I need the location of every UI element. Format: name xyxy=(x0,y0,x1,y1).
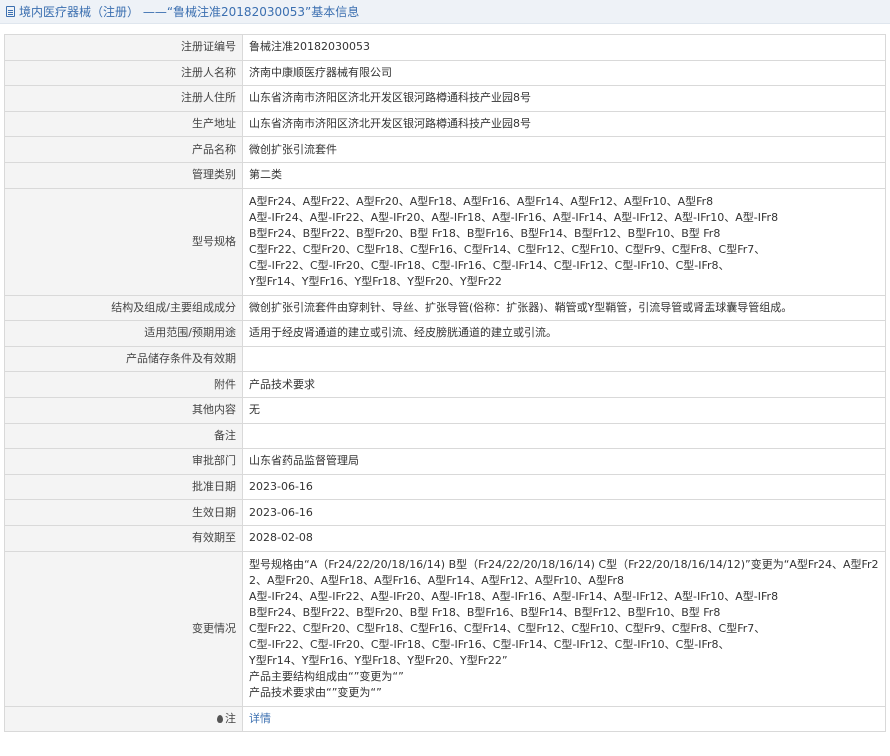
row-structure: 结构及组成/主要组成成分 微创扩张引流套件由穿刺针、导丝、扩张导管(俗称：扩张器… xyxy=(4,294,886,322)
label-storage: 产品储存条件及有效期 xyxy=(4,345,243,373)
changes-line: C型-ⅠFr22、C型-ⅠFr20、C型-ⅠFr18、C型-ⅠFr16、C型-Ⅰ… xyxy=(249,637,730,651)
row-storage: 产品储存条件及有效期 xyxy=(4,345,886,373)
label-scope: 适用范围/预期用途 xyxy=(4,320,243,347)
info-table: 注册证编号 鲁械注准20182030053 注册人名称 济南中康顺医疗器械有限公… xyxy=(4,34,886,733)
value-product-name: 微创扩张引流套件 xyxy=(242,136,886,163)
value-production: 山东省济南市济阳区济北开发区银河路樽通科技产业园8号 xyxy=(242,110,886,138)
models-line: A型-ⅠFr24、A型-ⅠFr22、A型-ⅠFr20、A型-ⅠFr18、A型-Ⅰ… xyxy=(249,210,779,224)
models-line: C型-ⅠFr22、C型-ⅠFr20、C型-ⅠFr18、C型-ⅠFr16、C型-Ⅰ… xyxy=(249,258,730,272)
note-label-text: 注 xyxy=(225,711,236,725)
row-registrant: 注册人名称 济南中康顺医疗器械有限公司 xyxy=(4,59,886,87)
value-storage xyxy=(242,345,886,373)
pin-icon xyxy=(217,714,223,723)
models-line: B型Fr24、B型Fr22、B型Fr20、B型 Fr18、B型Fr16、B型Fr… xyxy=(249,226,721,240)
row-other: 其他内容 无 xyxy=(4,396,886,424)
value-address: 山东省济南市济阳区济北开发区银河路樽通科技产业园8号 xyxy=(242,85,886,112)
row-changes: 变更情况 型号规格由“A（Fr24/22/20/18/16/14) B型（Fr2… xyxy=(4,550,886,707)
changes-line: 型号规格由“A（Fr24/22/20/18/16/14) B型（Fr24/22/… xyxy=(249,557,879,571)
value-approval-date: 2023-06-16 xyxy=(242,473,886,501)
label-other: 其他内容 xyxy=(4,396,243,424)
value-scope: 适用于经皮肾通道的建立或引流、经皮膀胱通道的建立或引流。 xyxy=(242,320,886,347)
value-expiry-date: 2028-02-08 xyxy=(242,524,886,552)
row-production: 生产地址 山东省济南市济阳区济北开发区银河路樽通科技产业园8号 xyxy=(4,110,886,138)
value-category: 第二类 xyxy=(242,161,886,189)
page-header: 境内医疗器械（注册） ——“鲁械注准20182030053”基本信息 xyxy=(0,0,890,24)
row-product-name: 产品名称 微创扩张引流套件 xyxy=(4,136,886,163)
row-effective-date: 生效日期 2023-06-16 xyxy=(4,499,886,526)
value-note: 详情 xyxy=(242,705,886,733)
label-registrant: 注册人名称 xyxy=(4,59,243,87)
label-product-name: 产品名称 xyxy=(4,136,243,163)
value-department: 山东省药品监督管理局 xyxy=(242,448,886,475)
changes-line: 2、A型Fr20、A型Fr18、A型Fr16、A型Fr14、A型Fr12、A型F… xyxy=(249,573,624,587)
label-reg-no: 注册证编号 xyxy=(4,34,243,61)
changes-line: C型Fr22、C型Fr20、C型Fr18、C型Fr16、C型Fr14、C型Fr1… xyxy=(249,621,766,635)
changes-line: 产品技术要求由“”变更为“” xyxy=(249,685,382,699)
row-scope: 适用范围/预期用途 适用于经皮肾通道的建立或引流、经皮膀胱通道的建立或引流。 xyxy=(4,320,886,347)
label-effective-date: 生效日期 xyxy=(4,499,243,526)
changes-line: 产品主要结构组成由“”变更为“” xyxy=(249,669,404,683)
info-table-wrapper: 注册证编号 鲁械注准20182030053 注册人名称 济南中康顺医疗器械有限公… xyxy=(4,34,886,733)
label-expiry-date: 有效期至 xyxy=(4,524,243,552)
value-effective-date: 2023-06-16 xyxy=(242,499,886,526)
value-models: A型Fr24、A型Fr22、A型Fr20、A型Fr18、A型Fr16、A型Fr1… xyxy=(242,187,886,296)
row-attachment: 附件 产品技术要求 xyxy=(4,371,886,398)
label-remark: 备注 xyxy=(4,422,243,450)
label-attachment: 附件 xyxy=(4,371,243,398)
models-line: Y型Fr14、Y型Fr16、Y型Fr18、Y型Fr20、Y型Fr22 xyxy=(249,274,502,288)
label-address: 注册人住所 xyxy=(4,85,243,112)
label-note: 注 xyxy=(4,705,243,733)
details-link[interactable]: 详情 xyxy=(249,712,271,725)
page-title: 境内医疗器械（注册） ——“鲁械注准20182030053”基本信息 xyxy=(19,5,360,19)
row-address: 注册人住所 山东省济南市济阳区济北开发区银河路樽通科技产业园8号 xyxy=(4,85,886,112)
row-note: 注 详情 xyxy=(4,705,886,733)
row-remark: 备注 xyxy=(4,422,886,450)
label-department: 审批部门 xyxy=(4,448,243,475)
row-reg-no: 注册证编号 鲁械注准20182030053 xyxy=(4,34,886,61)
label-category: 管理类别 xyxy=(4,161,243,189)
models-line: C型Fr22、C型Fr20、C型Fr18、C型Fr16、C型Fr14、C型Fr1… xyxy=(249,242,766,256)
value-remark xyxy=(242,422,886,450)
label-approval-date: 批准日期 xyxy=(4,473,243,501)
row-expiry-date: 有效期至 2028-02-08 xyxy=(4,524,886,552)
row-department: 审批部门 山东省药品监督管理局 xyxy=(4,448,886,475)
value-registrant: 济南中康顺医疗器械有限公司 xyxy=(242,59,886,87)
label-models: 型号规格 xyxy=(4,187,243,296)
changes-line: A型-ⅠFr24、A型-ⅠFr22、A型-ⅠFr20、A型-ⅠFr18、A型-Ⅰ… xyxy=(249,589,779,603)
row-approval-date: 批准日期 2023-06-16 xyxy=(4,473,886,501)
value-changes: 型号规格由“A（Fr24/22/20/18/16/14) B型（Fr24/22/… xyxy=(242,550,886,707)
value-other: 无 xyxy=(242,396,886,424)
changes-line: B型Fr24、B型Fr22、B型Fr20、B型 Fr18、B型Fr16、B型Fr… xyxy=(249,605,721,619)
label-changes: 变更情况 xyxy=(4,550,243,707)
row-models: 型号规格 A型Fr24、A型Fr22、A型Fr20、A型Fr18、A型Fr16、… xyxy=(4,187,886,296)
value-structure: 微创扩张引流套件由穿刺针、导丝、扩张导管(俗称：扩张器)、鞘管或Y型鞘管，引流导… xyxy=(242,294,886,322)
changes-line: Y型Fr14、Y型Fr16、Y型Fr18、Y型Fr20、Y型Fr22” xyxy=(249,653,508,667)
models-line: A型Fr24、A型Fr22、A型Fr20、A型Fr18、A型Fr16、A型Fr1… xyxy=(249,194,714,208)
value-reg-no: 鲁械注准20182030053 xyxy=(242,34,886,61)
label-structure: 结构及组成/主要组成成分 xyxy=(4,294,243,322)
document-icon xyxy=(6,6,15,17)
label-production: 生产地址 xyxy=(4,110,243,138)
row-category: 管理类别 第二类 xyxy=(4,161,886,189)
value-attachment: 产品技术要求 xyxy=(242,371,886,398)
